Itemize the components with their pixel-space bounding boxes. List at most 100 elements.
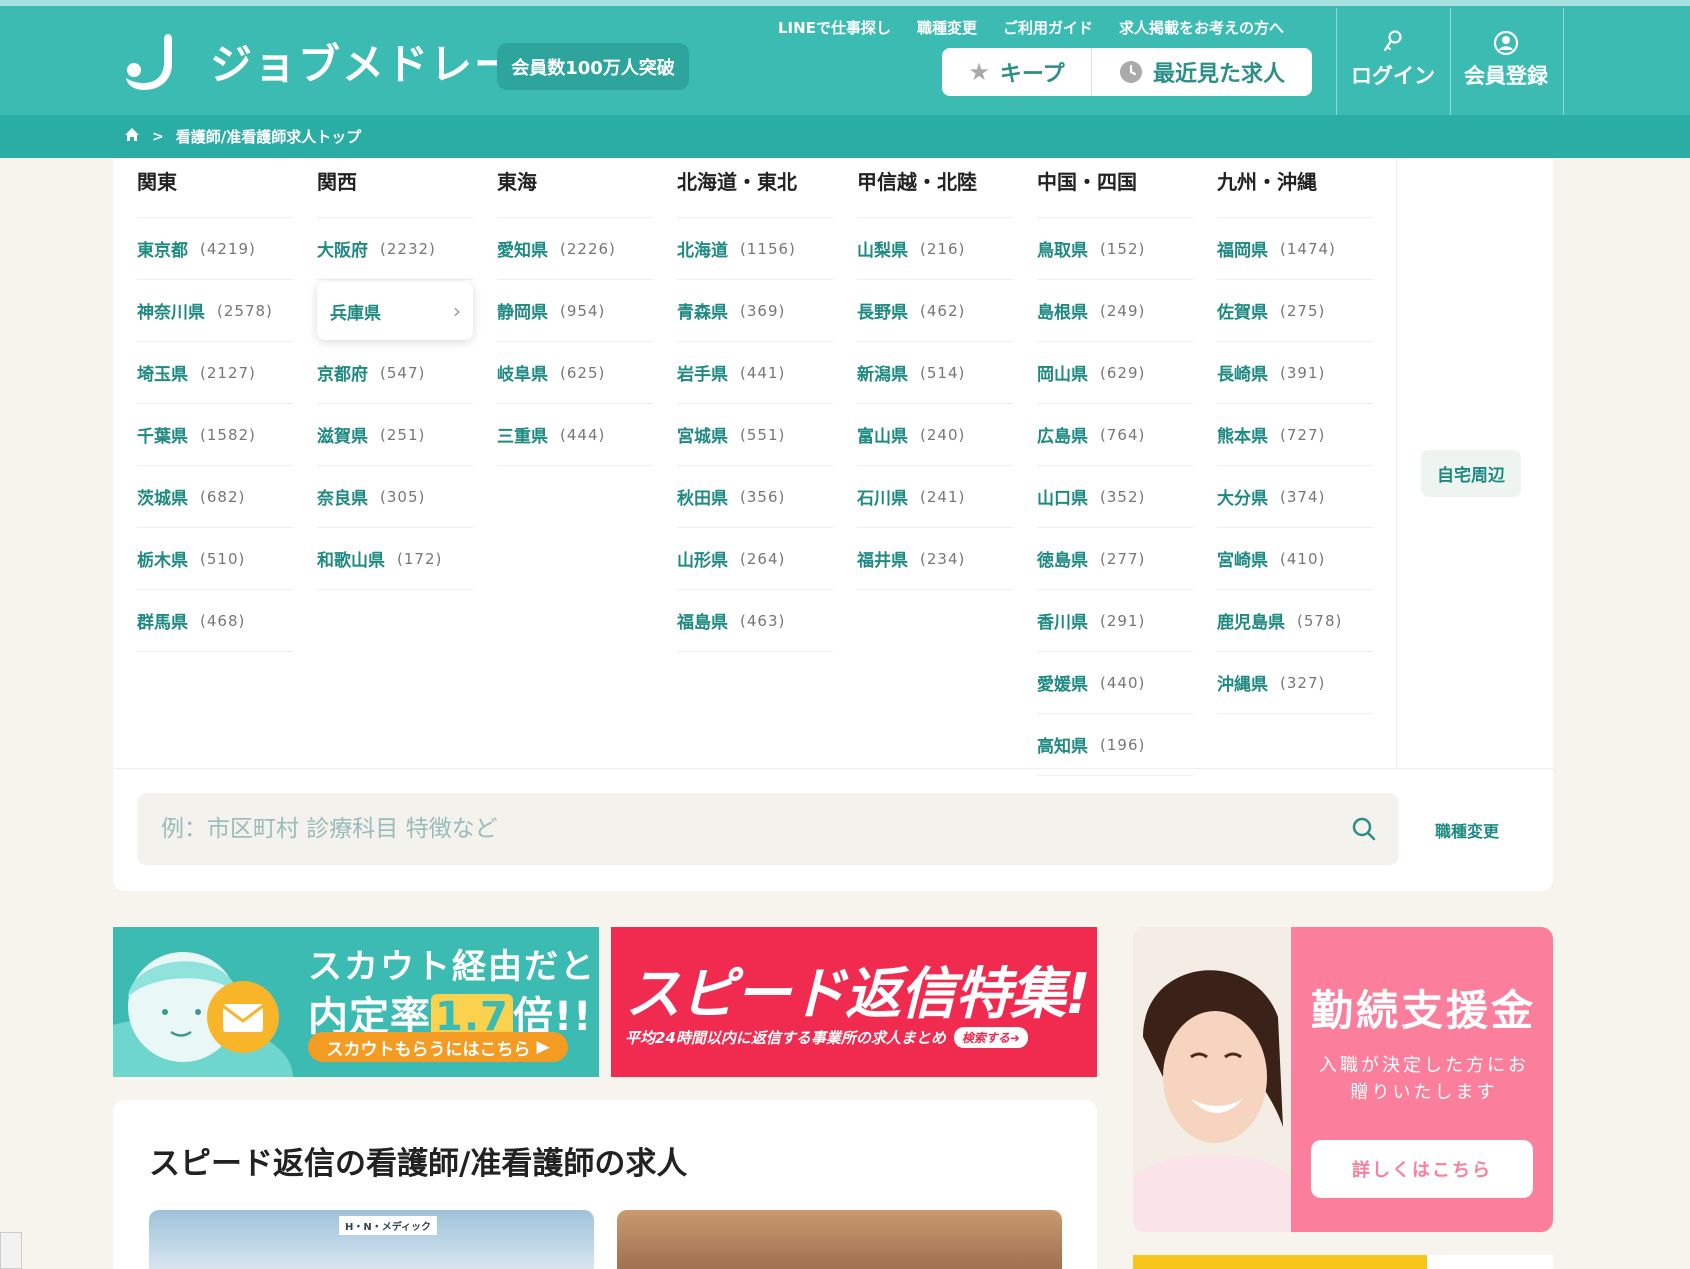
prefecture-count: (1156) (740, 239, 796, 258)
prefecture-link[interactable]: 熊本県 (727) (1217, 404, 1373, 466)
home-icon[interactable] (124, 127, 140, 146)
prefecture-link[interactable]: 滋賀県 (251) (317, 404, 473, 466)
job-change-link[interactable]: 職種変更 (1435, 818, 1499, 842)
prefecture-name: 徳島県 (1037, 551, 1088, 571)
prefecture-link[interactable]: 千葉県 (1582) (137, 404, 293, 466)
retention-bonus-banner[interactable]: 勤続支援金 入職が決定した方にお贈りいたします 詳しくはこちら (1133, 927, 1553, 1232)
search-input[interactable] (161, 816, 1329, 842)
prefecture-link[interactable]: 兵庫県 › (317, 282, 473, 340)
region-column: 中国・四国 鳥取県 (152) 島根県 (249) 岡山県 (629) 広島県 (764) 山口県… (1037, 158, 1193, 776)
retention-detail-button[interactable]: 詳しくはこちら (1311, 1140, 1533, 1198)
prefecture-link[interactable]: 静岡県 (954) (497, 280, 653, 342)
prefecture-link[interactable]: 高知県 (196) (1037, 714, 1193, 776)
search-icon[interactable] (1329, 816, 1399, 842)
member-badge: 会員数100万人突破 (497, 43, 689, 90)
top-link-guide[interactable]: ご利用ガイド (1003, 17, 1093, 38)
prefecture-link[interactable]: 京都府 (547) (317, 342, 473, 404)
prefecture-count: (352) (1100, 487, 1146, 506)
prefecture-count: (727) (1280, 425, 1326, 444)
side-edge-tab (0, 1232, 22, 1269)
prefecture-link[interactable]: 福岡県 (1474) (1217, 218, 1373, 280)
chevron-right-icon: › (453, 299, 461, 323)
breadcrumb-current[interactable]: 看護師/准看護師求人トップ (176, 126, 361, 147)
prefecture-count: (2226) (560, 239, 616, 258)
prefecture-count: (4219) (200, 239, 256, 258)
speed-reply-banner[interactable]: スピード返信特集! 平均24時間以内に返信する事業所の求人まとめ 検索する➜ (611, 927, 1097, 1077)
register-button[interactable]: 会員登録 (1451, 30, 1561, 100)
prefecture-link[interactable]: 徳島県 (277) (1037, 528, 1193, 590)
prefecture-link[interactable]: 群馬県 (468) (137, 590, 293, 652)
prefecture-link[interactable]: 大阪府 (2232) (317, 218, 473, 280)
recent-jobs-button[interactable]: 最近見た求人 (1092, 48, 1312, 96)
prefecture-link[interactable]: 愛知県 (2226) (497, 218, 653, 280)
prefecture-link[interactable]: 福島県 (463) (677, 590, 833, 652)
prefecture-link[interactable]: 長野県 (462) (857, 280, 1013, 342)
job-card-photo-sign: H・N・メディック (339, 1216, 438, 1235)
home-area-button[interactable]: 自宅周辺 (1421, 450, 1521, 497)
prefecture-link[interactable]: 宮崎県 (410) (1217, 528, 1373, 590)
prefecture-name: 熊本県 (1217, 427, 1268, 447)
prefecture-name: 鹿児島県 (1217, 613, 1285, 633)
job-card[interactable] (617, 1210, 1062, 1269)
prefecture-link[interactable]: 鹿児島県 (578) (1217, 590, 1373, 652)
prefecture-name: 茨城県 (137, 489, 188, 509)
region-heading: 関西 (317, 158, 473, 218)
prefecture-link[interactable]: 大分県 (374) (1217, 466, 1373, 528)
prefecture-link[interactable]: 富山県 (240) (857, 404, 1013, 466)
prefecture-link[interactable]: 岡山県 (629) (1037, 342, 1193, 404)
prefecture-link[interactable]: 埼玉県 (2127) (137, 342, 293, 404)
prefecture-count: (625) (560, 363, 606, 382)
prefecture-link[interactable]: 山梨県 (216) (857, 218, 1013, 280)
prefecture-link[interactable]: 栃木県 (510) (137, 528, 293, 590)
prefecture-link[interactable]: 福井県 (234) (857, 528, 1013, 590)
prefecture-link[interactable]: 奈良県 (305) (317, 466, 473, 528)
scout-banner[interactable]: スカウト経由だと 内定率 1.7 倍!! スカウトもらうにはこちら ▶ (113, 927, 599, 1077)
prefecture-link[interactable]: 茨城県 (682) (137, 466, 293, 528)
prefecture-link[interactable]: 北海道 (1156) (677, 218, 833, 280)
prefecture-count: (510) (200, 549, 246, 568)
prefecture-link[interactable]: 石川県 (241) (857, 466, 1013, 528)
prefecture-link[interactable]: 愛媛県 (440) (1037, 652, 1193, 714)
prefecture-link[interactable]: 山形県 (264) (677, 528, 833, 590)
prefecture-link[interactable]: 新潟県 (514) (857, 342, 1013, 404)
logo[interactable]: ジョブメドレー (124, 30, 518, 92)
keep-button[interactable]: ★ キープ (942, 48, 1092, 96)
prefecture-link[interactable]: 沖縄県 (327) (1217, 652, 1373, 714)
prefecture-name: 栃木県 (137, 551, 188, 571)
job-card[interactable]: H・N・メディック (149, 1210, 594, 1269)
region-heading: 甲信越・北陸 (857, 158, 1013, 218)
prefecture-count: (216) (920, 239, 966, 258)
prefecture-count: (391) (1280, 363, 1326, 382)
prefecture-link[interactable]: 佐賀県 (275) (1217, 280, 1373, 342)
prefecture-link[interactable]: 岐阜県 (625) (497, 342, 653, 404)
breadcrumb: > 看護師/准看護師求人トップ (0, 115, 1690, 158)
prefecture-link[interactable]: 山口県 (352) (1037, 466, 1193, 528)
prefecture-name: 神奈川県 (137, 303, 205, 323)
prefecture-count: (514) (920, 363, 966, 382)
speed-reply-section: スピード返信の看護師/准看護師の求人 H・N・メディック (113, 1100, 1097, 1269)
prefecture-link[interactable]: 香川県 (291) (1037, 590, 1193, 652)
prefecture-link[interactable]: 鳥取県 (152) (1037, 218, 1193, 280)
top-link-line[interactable]: LINEで仕事探し (778, 17, 891, 38)
prefecture-link[interactable]: 宮城県 (551) (677, 404, 833, 466)
prefecture-link[interactable]: 長崎県 (391) (1217, 342, 1373, 404)
prefecture-name: 沖縄県 (1217, 675, 1268, 695)
header-divider (1336, 8, 1337, 115)
prefecture-name: 三重県 (497, 427, 548, 447)
prefecture-link[interactable]: 神奈川県 (2578) (137, 280, 293, 342)
prefecture-link[interactable]: 青森県 (369) (677, 280, 833, 342)
prefecture-link[interactable]: 広島県 (764) (1037, 404, 1193, 466)
prefecture-name: 秋田県 (677, 489, 728, 509)
top-link-employer[interactable]: 求人掲載をお考えの方へ (1119, 17, 1284, 38)
prefecture-link[interactable]: 島根県 (249) (1037, 280, 1193, 342)
login-button[interactable]: ログイン (1338, 30, 1448, 100)
prefecture-link[interactable]: 和歌山県 (172) (317, 528, 473, 590)
prefecture-link[interactable]: 東京都 (4219) (137, 218, 293, 280)
top-link-job-change[interactable]: 職種変更 (917, 17, 977, 38)
top-line (0, 0, 1690, 6)
prefecture-link[interactable]: 三重県 (444) (497, 404, 653, 466)
prefecture-count: (291) (1100, 611, 1146, 630)
prefecture-link[interactable]: 岩手県 (441) (677, 342, 833, 404)
prefecture-link[interactable]: 秋田県 (356) (677, 466, 833, 528)
region-column: 関西 大阪府 (2232) 兵庫県 › 京都府 (547) 滋賀県 (251) 奈良県 (305) 和… (317, 158, 473, 590)
